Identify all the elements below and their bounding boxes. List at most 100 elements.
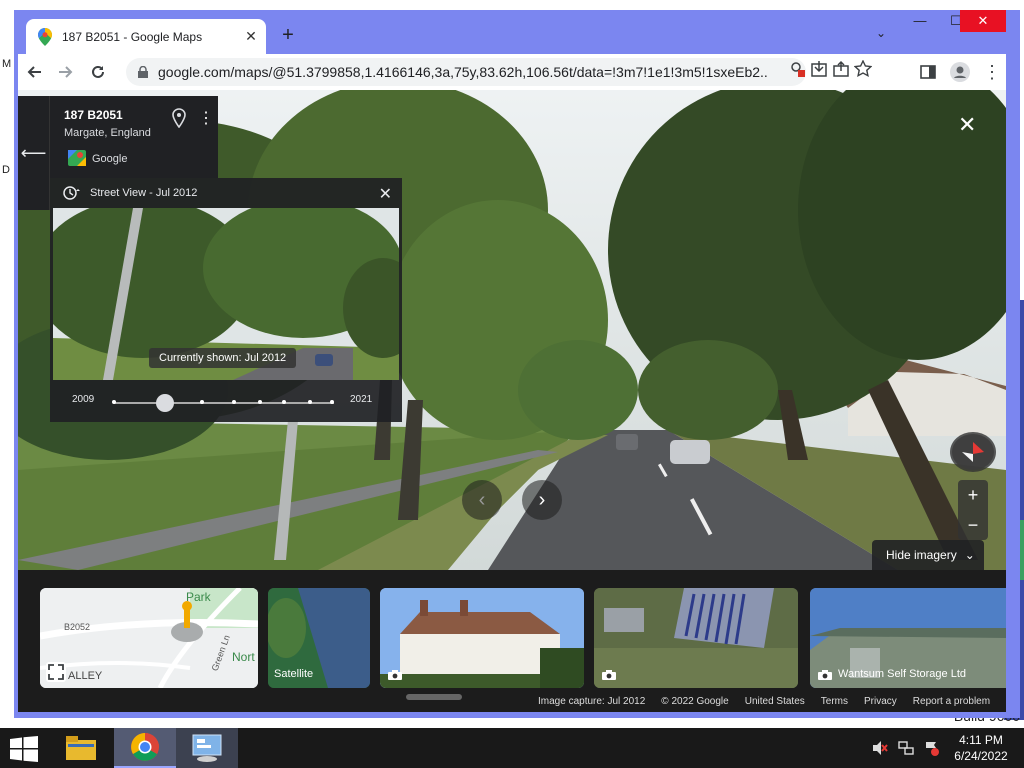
photo-card[interactable]: Wantsum Self Storage Ltd xyxy=(810,588,1006,688)
bookmark-star-icon[interactable] xyxy=(854,60,872,78)
location-blocked-icon[interactable] xyxy=(788,60,806,78)
omnibox-actions xyxy=(788,60,872,78)
terms-link[interactable]: Terms xyxy=(821,696,848,707)
tab-google-maps[interactable]: 187 B2051 - Google Maps ✕ xyxy=(26,19,266,54)
slider-end-year: 2021 xyxy=(350,394,373,405)
forward-arrow-icon[interactable] xyxy=(50,56,82,88)
windows-start-icon[interactable] xyxy=(10,736,38,762)
tab-title: 187 B2051 - Google Maps xyxy=(62,29,203,44)
clock-date: 6/24/2022 xyxy=(954,749,1008,763)
desktop-text-fragment: M xyxy=(2,58,12,70)
report-problem-link[interactable]: Report a problem xyxy=(913,696,990,707)
maps-viewport: ⟵ 187 B2051 Margate, England Google ⋮ St… xyxy=(18,90,1006,712)
control-panel-icon xyxy=(192,734,222,762)
install-app-icon[interactable] xyxy=(810,60,828,78)
close-street-view-icon[interactable]: ✕ xyxy=(958,112,976,138)
double-chevron-down-icon: ⌄ xyxy=(964,548,975,562)
address-bar[interactable]: google.com/maps/@51.3799858,1.4166146,3a… xyxy=(126,58,806,86)
slider-handle[interactable] xyxy=(156,394,174,412)
slider-track[interactable] xyxy=(114,402,334,404)
previous-panorama-button[interactable]: ‹ xyxy=(462,480,502,520)
zoom-out-button[interactable]: − xyxy=(958,510,988,540)
place-info-card: 187 B2051 Margate, England Google ⋮ xyxy=(50,96,218,178)
camera-icon xyxy=(388,670,402,680)
side-panel-icon[interactable] xyxy=(912,56,944,88)
maps-footer: Image capture: Jul 2012 © 2022 Google Un… xyxy=(538,696,990,707)
lock-icon xyxy=(138,66,148,78)
tab-search-chevron-icon[interactable]: ⌄ xyxy=(876,26,886,40)
system-tray xyxy=(872,740,940,756)
fullscreen-icon[interactable] xyxy=(46,662,66,682)
region-link[interactable]: United States xyxy=(745,696,805,707)
place-locality: Margate, England xyxy=(64,127,151,139)
map-pin-icon[interactable] xyxy=(172,108,186,128)
street-view-date-title: Street View - Jul 2012 xyxy=(90,187,198,199)
map-label: Park xyxy=(186,590,211,604)
reload-icon[interactable] xyxy=(82,56,114,88)
back-arrow-button[interactable]: ⟵ xyxy=(18,96,50,210)
desktop-text-fragment: D xyxy=(2,164,10,176)
google-maps-favicon-icon xyxy=(38,27,52,46)
map-label: B2052 xyxy=(64,622,91,632)
chrome-taskbar-button[interactable] xyxy=(114,728,176,768)
slider-tick[interactable] xyxy=(330,400,334,404)
year-slider[interactable]: 2009 2021 xyxy=(50,384,402,416)
currently-shown-tooltip: Currently shown: Jul 2012 xyxy=(149,348,297,368)
slider-tick[interactable] xyxy=(258,400,262,404)
new-tab-button[interactable]: + xyxy=(277,24,299,46)
street-view-header: Street View - Jul 2012 ✕ xyxy=(50,178,402,208)
url-text: google.com/maps/@51.3799858,1.4166146,3a… xyxy=(158,64,768,80)
network-icon[interactable] xyxy=(898,740,914,756)
place-address: 187 B2051 xyxy=(64,108,123,122)
copyright-text: © 2022 Google xyxy=(661,696,729,707)
photo-place-label: Wantsum Self Storage Ltd xyxy=(838,668,966,680)
slider-tick[interactable] xyxy=(282,400,286,404)
photo-card[interactable] xyxy=(594,588,798,688)
privacy-link[interactable]: Privacy xyxy=(864,696,897,707)
image-capture-date: Image capture: Jul 2012 xyxy=(538,696,646,707)
browser-toolbar: google.com/maps/@51.3799858,1.4166146,3a… xyxy=(18,54,1006,90)
map-label: ALLEY xyxy=(68,670,103,682)
browser-window: 187 B2051 - Google Maps ✕ + ⌄ — ☐ ✕ goog… xyxy=(14,10,1020,718)
profile-avatar-icon[interactable] xyxy=(944,56,976,88)
control-panel-taskbar-button[interactable] xyxy=(176,728,238,768)
taskbar-clock[interactable]: 4:11 PM 6/24/2022 xyxy=(946,732,1016,764)
tab-close-icon[interactable]: ✕ xyxy=(240,28,262,45)
minimap-card[interactable]: Park B2052 Green Ln Nort ALLEY xyxy=(40,588,258,688)
camera-icon xyxy=(602,670,616,680)
share-icon[interactable] xyxy=(832,60,850,78)
back-arrow-icon[interactable] xyxy=(18,56,50,88)
close-time-panel-icon[interactable]: ✕ xyxy=(379,184,392,204)
window-close-button[interactable]: ✕ xyxy=(960,10,1006,32)
menu-kebab-icon[interactable]: ⋮ xyxy=(976,56,1008,88)
hide-imagery-label: Hide imagery xyxy=(886,548,957,562)
zoom-in-button[interactable]: + xyxy=(958,480,988,510)
house-photo xyxy=(380,588,584,688)
satellite-label: Satellite xyxy=(274,668,314,680)
action-center-flag-icon[interactable] xyxy=(924,740,940,756)
slider-tick[interactable] xyxy=(308,400,312,404)
file-explorer-taskbar-button[interactable] xyxy=(50,728,112,768)
slider-tick[interactable] xyxy=(112,400,116,404)
more-options-icon[interactable]: ⋮ xyxy=(198,108,214,128)
google-maps-logo-icon xyxy=(68,150,86,166)
camera-icon xyxy=(818,670,832,680)
map-label: Nort xyxy=(232,650,255,664)
window-minimize-button[interactable]: — xyxy=(902,10,938,32)
aerial-photo xyxy=(594,588,798,688)
slider-tick[interactable] xyxy=(200,400,204,404)
historical-preview-image[interactable]: Currently shown: Jul 2012 xyxy=(53,208,399,380)
strip-scrollbar[interactable] xyxy=(406,694,462,700)
history-clock-icon[interactable] xyxy=(62,185,80,201)
satellite-card[interactable]: Satellite xyxy=(268,588,370,688)
next-panorama-button[interactable]: › xyxy=(522,480,562,520)
chrome-icon xyxy=(131,733,159,761)
slider-tick[interactable] xyxy=(232,400,236,404)
hide-imagery-button[interactable]: Hide imagery ⌄ xyxy=(872,540,984,570)
compass-icon[interactable] xyxy=(950,432,996,472)
tab-bar: 187 B2051 - Google Maps ✕ + ⌄ — ☐ ✕ xyxy=(14,10,1020,54)
volume-muted-icon[interactable] xyxy=(872,740,888,756)
taskbar: 4:11 PM 6/24/2022 xyxy=(0,728,1024,768)
photo-card[interactable] xyxy=(380,588,584,688)
slider-start-year: 2009 xyxy=(72,394,95,405)
